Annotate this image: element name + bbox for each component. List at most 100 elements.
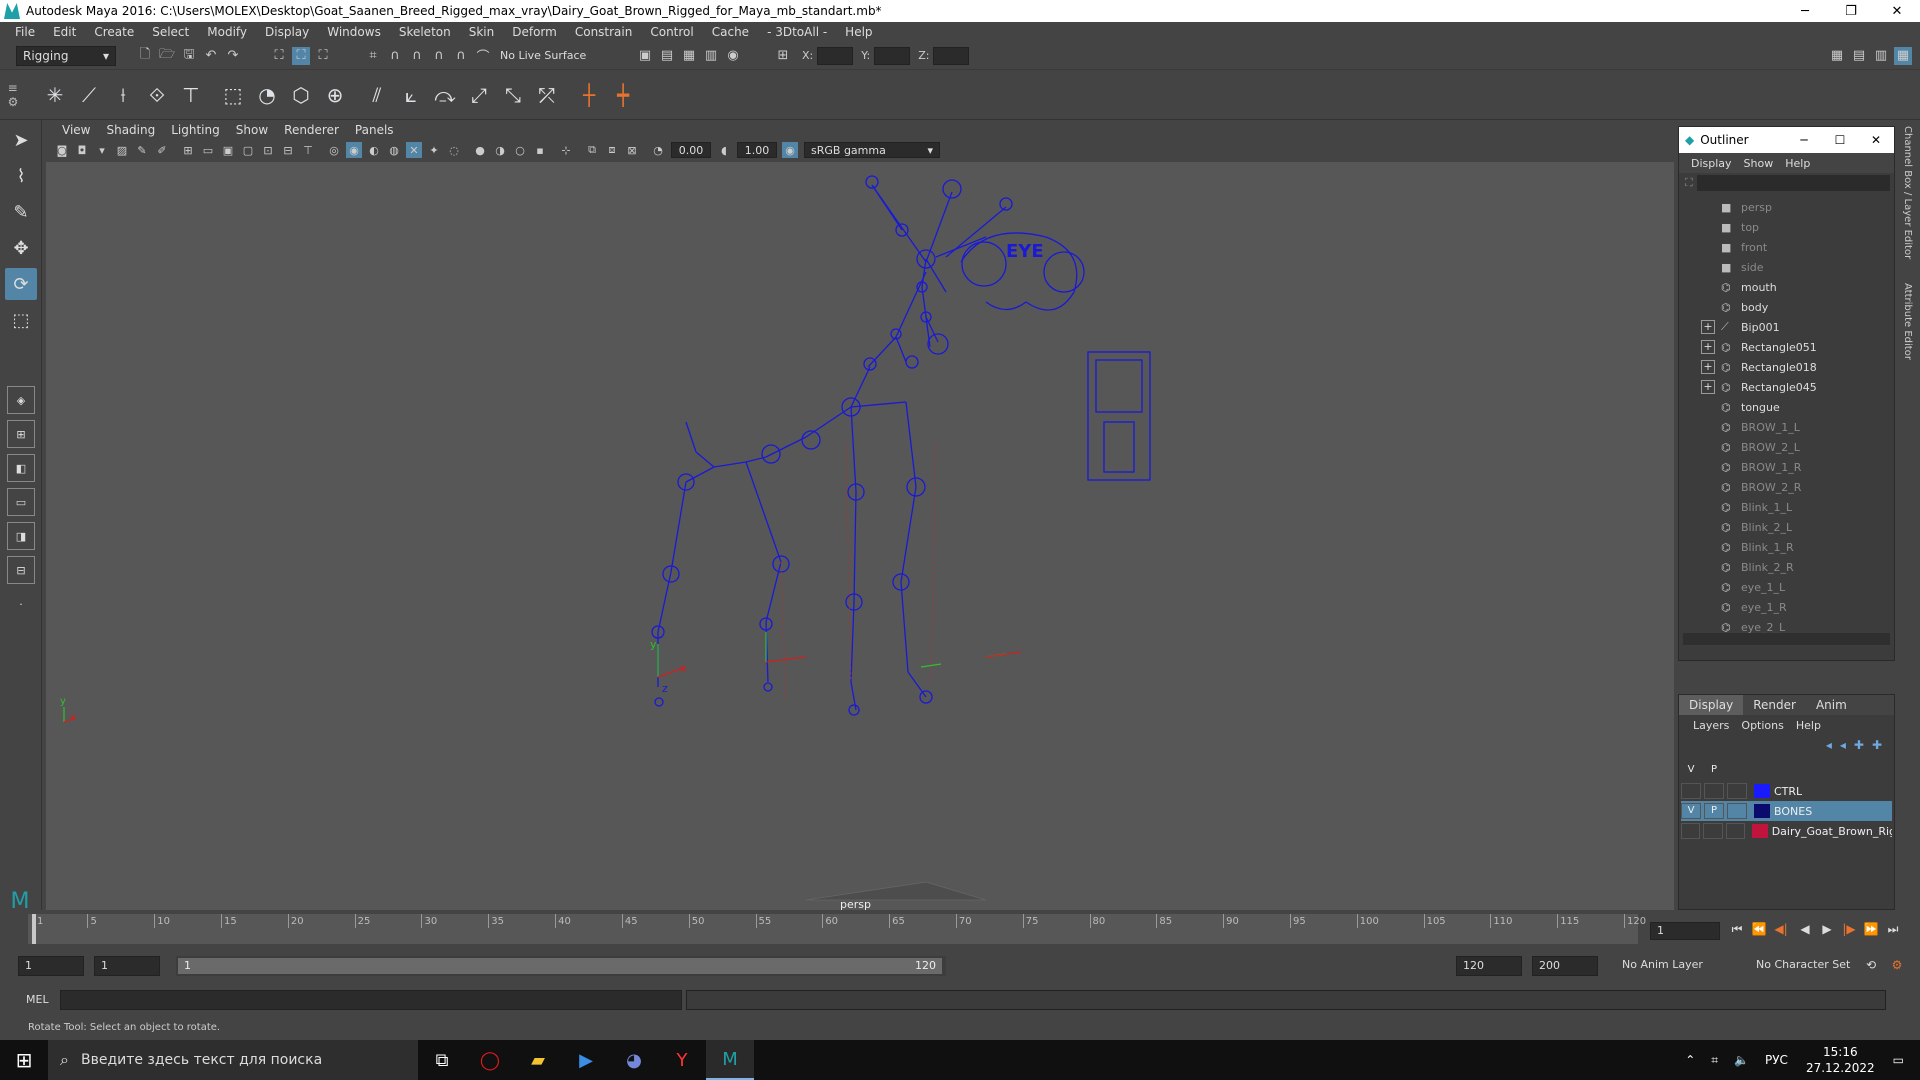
network-icon[interactable]: ⌗ <box>1711 1053 1718 1068</box>
menu-create[interactable]: Create <box>85 25 143 39</box>
taskbar-clock[interactable]: 15:16 27.12.2022 <box>1806 1044 1875 1076</box>
time-slider[interactable]: 1 5 10 15 20 25 30 35 40 45 50 55 60 65 70 75 80 85 90 95 10… <box>28 914 1646 944</box>
safe-action-icon[interactable]: ⊟ <box>280 142 296 158</box>
taskbar-search[interactable]: ⌕ Введите здесь текст для поиска <box>48 1040 418 1080</box>
snap-view-icon[interactable]: ∩ <box>430 47 448 65</box>
menu-file[interactable]: File <box>6 25 44 39</box>
menuset-dropdown[interactable]: Rigging ▾ <box>16 45 116 66</box>
expand-icon[interactable]: + <box>1701 380 1715 394</box>
layer-menu-layers[interactable]: Layers <box>1687 719 1735 732</box>
outliner-item[interactable]: ⌬ BROW_1_L <box>1679 417 1894 437</box>
snap-surface-icon[interactable]: ∩ <box>452 47 470 65</box>
outliner-item[interactable]: ⌬ Blink_2_R <box>1679 557 1894 577</box>
layer-visibility-toggle[interactable]: V <box>1681 803 1701 819</box>
panel-menu-view[interactable]: View <box>54 123 98 137</box>
gamma-field[interactable]: 1.00 <box>737 142 777 158</box>
outliner-item[interactable]: + ⌬ Rectangle051 <box>1679 337 1894 357</box>
xray-components-icon[interactable]: ⊠ <box>624 142 640 158</box>
outliner-item[interactable]: ⌬ BROW_2_L <box>1679 437 1894 457</box>
layer-row[interactable]: V P BONES <box>1681 801 1892 821</box>
gate-mask-icon[interactable]: ▢ <box>240 142 256 158</box>
anim-start-field[interactable]: 1 <box>94 956 160 976</box>
outliner-menu-display[interactable]: Display <box>1685 157 1738 170</box>
menu-edit[interactable]: Edit <box>44 25 85 39</box>
panel-menu-shading[interactable]: Shading <box>98 123 163 137</box>
outliner-hscrollbar[interactable] <box>1683 633 1890 645</box>
outliner-item[interactable]: ⌬ tongue <box>1679 397 1894 417</box>
film-gate-toggle-icon[interactable]: ▭ <box>200 142 216 158</box>
rotate-tool-icon[interactable]: ⟳ <box>5 268 37 300</box>
outliner-minimize-button[interactable]: ─ <box>1786 133 1822 147</box>
layer-visibility-toggle[interactable] <box>1681 783 1701 799</box>
shelf-menu-icon[interactable]: ≡ ⚙ <box>0 75 26 115</box>
cluster-icon[interactable]: ⊕ <box>320 80 350 110</box>
panel-menu-lighting[interactable]: Lighting <box>163 123 228 137</box>
bookmark-icon[interactable]: ▾ <box>94 142 110 158</box>
tool-settings-toggle-icon[interactable]: ▥ <box>1872 47 1890 65</box>
gamma-icon[interactable]: ◖ <box>716 142 732 158</box>
cluster-handle-icon[interactable]: ┿ <box>608 80 638 110</box>
menu-deform[interactable]: Deform <box>503 25 566 39</box>
xray-icon[interactable]: ⧉ <box>584 142 600 158</box>
layer-menu-help[interactable]: Help <box>1790 719 1827 732</box>
move-layer-down-icon[interactable]: ◂ <box>1840 738 1846 752</box>
move-tool-icon[interactable]: ✥ <box>5 232 37 264</box>
outliner-item[interactable]: ⌬ body <box>1679 297 1894 317</box>
channel-box-tab[interactable]: Channel Box / Layer Editor <box>1902 126 1913 259</box>
attribute-editor-tab[interactable]: Attribute Editor <box>1902 283 1913 360</box>
layer-color-swatch[interactable] <box>1754 804 1770 818</box>
snap-curve-icon[interactable]: ∩ <box>386 47 404 65</box>
colorspace-dropdown[interactable]: sRGB gamma ▾ <box>804 142 940 158</box>
outliner-menu-show[interactable]: Show <box>1738 157 1780 170</box>
wire-on-shaded-icon[interactable]: ◐ <box>366 142 382 158</box>
discord-icon[interactable]: ◕ <box>610 1040 658 1080</box>
menu-display[interactable]: Display <box>256 25 318 39</box>
scale-constraint-icon[interactable]: ⤢ <box>464 80 494 110</box>
layer-playback-toggle[interactable] <box>1703 823 1723 839</box>
outliner-item[interactable]: ■ side <box>1679 257 1894 277</box>
make-live-icon[interactable]: ⌒ <box>474 47 492 65</box>
tab-render[interactable]: Render <box>1743 695 1806 715</box>
menu-skeleton[interactable]: Skeleton <box>390 25 460 39</box>
resolution-gate-icon[interactable]: ▣ <box>220 142 236 158</box>
xray-active-icon[interactable]: ⧈ <box>604 142 620 158</box>
outliner-item[interactable]: ⌬ eye_2_L <box>1679 617 1894 634</box>
color-management-icon[interactable]: ◉ <box>782 142 798 158</box>
menu-constrain[interactable]: Constrain <box>566 25 642 39</box>
bind-skin-icon[interactable]: ⬚ <box>218 80 248 110</box>
notifications-icon[interactable]: ▭ <box>1893 1053 1904 1067</box>
motion-blur-icon[interactable]: ◑ <box>492 142 508 158</box>
current-frame-field[interactable]: 1 <box>1650 922 1720 940</box>
close-button[interactable]: ✕ <box>1874 0 1920 22</box>
start-time-field[interactable]: 1 <box>18 956 84 976</box>
layer-row[interactable]: CTRL <box>1681 781 1892 801</box>
x-field[interactable] <box>817 46 854 65</box>
end-time-field[interactable]: 120 <box>1456 956 1522 976</box>
step-back-frame-icon[interactable]: ◀| <box>1772 922 1790 938</box>
expand-icon[interactable]: + <box>1701 340 1715 354</box>
tab-anim[interactable]: Anim <box>1806 695 1857 715</box>
file-explorer-icon[interactable]: ▰ <box>514 1040 562 1080</box>
image-plane-icon[interactable]: ▨ <box>114 142 130 158</box>
undo-icon[interactable]: ↶ <box>202 47 220 65</box>
outliner-item[interactable]: ■ persp <box>1679 197 1894 217</box>
layer-color-swatch[interactable] <box>1752 824 1768 838</box>
maximize-button[interactable]: ❐ <box>1828 0 1874 22</box>
single-view-layout-icon[interactable]: ◈ <box>7 386 35 414</box>
persp-graph-layout-icon[interactable]: ◨ <box>7 522 35 550</box>
paint-weights-icon[interactable]: ◔ <box>252 80 282 110</box>
mirror-joint-icon[interactable]: ⟐ <box>142 80 172 110</box>
menu-help[interactable]: Help <box>836 25 881 39</box>
open-scene-icon[interactable]: 🗁 <box>158 47 176 65</box>
character-set-dropdown[interactable]: No Character Set <box>1750 956 1870 976</box>
select-tool-icon[interactable]: ➤ <box>5 124 37 156</box>
panel-menu-renderer[interactable]: Renderer <box>276 123 347 137</box>
textured-icon[interactable]: ◍ <box>386 142 402 158</box>
outliner-menu-help[interactable]: Help <box>1779 157 1816 170</box>
redo-icon[interactable]: ↷ <box>224 47 242 65</box>
lights-icon[interactable]: ✦ <box>426 142 442 158</box>
persp-outliner-layout-icon[interactable]: ▭ <box>7 488 35 516</box>
outliner-item[interactable]: ⌬ eye_1_L <box>1679 577 1894 597</box>
menu-skin[interactable]: Skin <box>460 25 504 39</box>
outliner-item[interactable]: ⌬ BROW_2_R <box>1679 477 1894 497</box>
